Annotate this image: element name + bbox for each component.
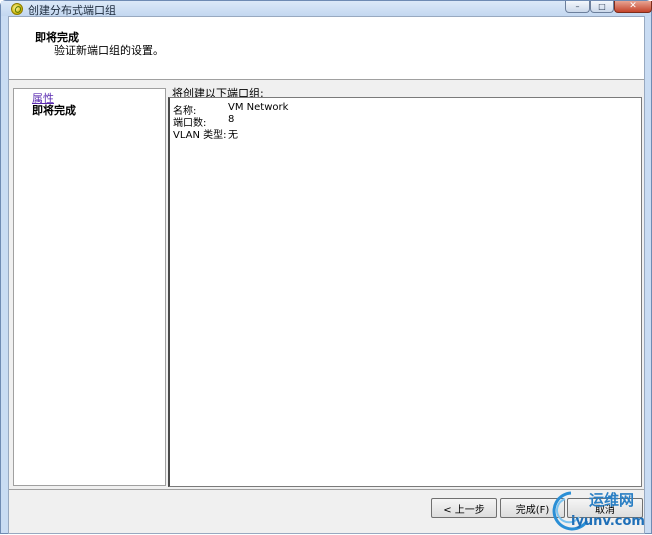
title-bar[interactable]: 创建分布式端口组 – □ ✕	[1, 1, 652, 17]
minimize-button[interactable]: –	[565, 1, 590, 13]
wizard-header: 即将完成 验证新端口组的设置。	[9, 17, 644, 80]
step-ready-to-complete: 即将完成	[32, 104, 76, 117]
dialog-window: 创建分布式端口组 – □ ✕ 即将完成 验证新端口组的设置。 属性 即将完成 将…	[0, 0, 652, 534]
summary-box: 名称: VM Network 端口数: 8 VLAN 类型: 无	[168, 97, 642, 487]
site-watermark: 运维网 iyunv.com	[552, 491, 645, 531]
back-button[interactable]: < 上一步	[431, 498, 497, 518]
dialog-body: 即将完成 验证新端口组的设置。 属性 即将完成 将创建以下端口组: 名称: VM…	[8, 16, 645, 534]
summary-value: VM Network	[228, 102, 289, 113]
watermark-url: iyunv.com	[571, 514, 645, 529]
summary-value: 8	[228, 114, 235, 125]
summary-value: 无	[228, 130, 238, 141]
summary-key: VLAN 类型:	[173, 130, 227, 141]
page-subtitle: 验证新端口组的设置。	[54, 44, 164, 57]
vsphere-app-icon	[11, 3, 23, 15]
close-button[interactable]: ✕	[614, 1, 652, 13]
watermark-text: 运维网	[589, 491, 634, 509]
maximize-button[interactable]: □	[590, 1, 614, 13]
wizard-step-list: 属性 即将完成	[13, 88, 166, 486]
